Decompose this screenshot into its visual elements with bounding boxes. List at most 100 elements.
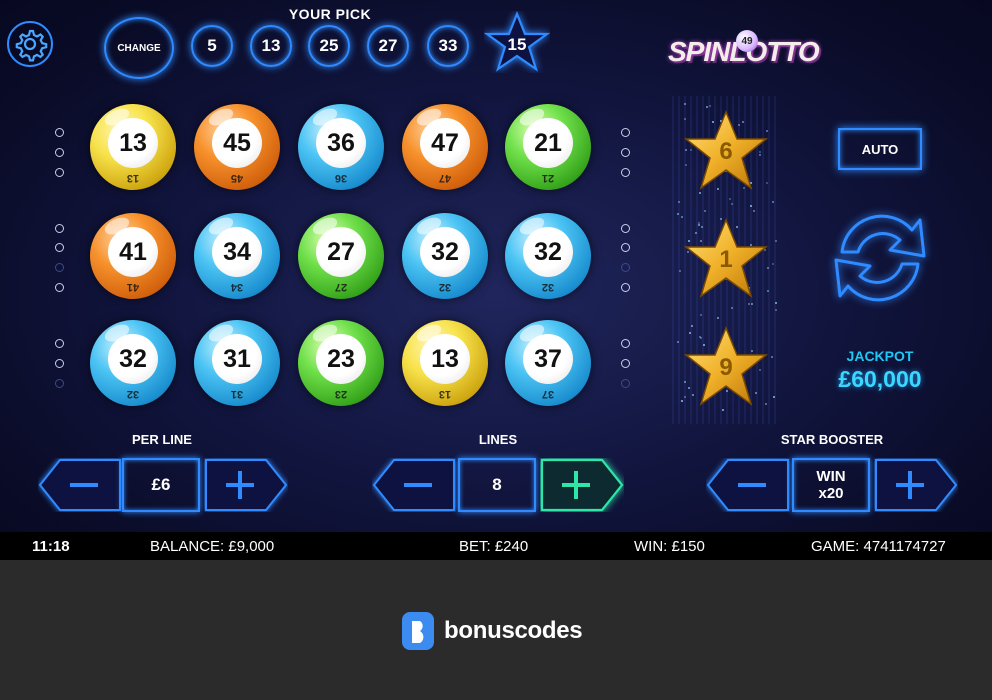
ball-number: 47: [420, 118, 470, 168]
ball-number-mirrored: 47: [438, 172, 452, 184]
lines-value: 8: [458, 458, 536, 512]
ball-number: 32: [523, 227, 573, 277]
sparkle: [772, 396, 775, 399]
line-indicator-dot: [621, 224, 630, 233]
star-booster-value-line2: x20: [818, 485, 844, 502]
reel-star: 9: [680, 324, 772, 410]
sparkle: [771, 262, 774, 265]
lottery-ball: 47 47: [402, 104, 488, 190]
star-booster-value: WIN x20: [792, 458, 870, 512]
star-pick: 15: [483, 11, 551, 73]
watermark-text: bonuscodes: [444, 617, 583, 644]
ball-number-mirrored: 32: [126, 388, 140, 400]
ball-number: 27: [316, 227, 366, 277]
win: WIN: £150: [634, 538, 705, 555]
lottery-ball: 41 41: [90, 213, 176, 299]
pick-number: 25: [308, 25, 350, 67]
line-indicator-dot: [621, 168, 630, 177]
star-booster-plus-button[interactable]: [874, 458, 958, 512]
star-pick-number: 15: [507, 35, 527, 54]
line-indicator-dot: [621, 359, 630, 368]
ball-number: 34: [212, 227, 262, 277]
lines-plus-button[interactable]: [540, 458, 624, 512]
game-id: GAME: 4741174727: [811, 538, 946, 555]
sparkle: [753, 209, 756, 212]
logo-ball: 49: [736, 30, 758, 52]
ball-number-mirrored: 36: [334, 172, 348, 184]
your-pick-label: YOUR PICK: [288, 6, 372, 22]
line-indicator-dot: [55, 128, 64, 137]
ball-number: 41: [108, 227, 158, 277]
pick-number: 5: [191, 25, 233, 67]
sparkle: [684, 102, 687, 105]
reel-star-number: 1: [719, 246, 733, 273]
ball-number-mirrored: 32: [438, 281, 452, 293]
per-line-minus-button[interactable]: [38, 458, 122, 512]
sparkle: [749, 205, 752, 208]
ball-number-mirrored: 34: [230, 281, 244, 293]
sparkle: [775, 309, 778, 312]
ball-number-mirrored: 21: [541, 172, 555, 184]
line-indicator-dot: [621, 263, 630, 272]
balance: BALANCE: £9,000: [150, 538, 275, 555]
gear-icon[interactable]: [6, 20, 54, 68]
ball-number-mirrored: 45: [230, 172, 244, 184]
star-booster-minus-button[interactable]: [706, 458, 790, 512]
sparkle: [699, 313, 702, 316]
pick-number: 33: [427, 25, 469, 67]
spinlotto-logo: SPINLOTTO 49: [664, 30, 820, 78]
line-indicator-dot: [621, 128, 630, 137]
sparkle: [676, 341, 679, 344]
lottery-ball: 36 36: [298, 104, 384, 190]
game-area: CHANGE YOUR PICK 5 13 25 27 33 15 SPINLO…: [0, 0, 992, 532]
line-indicator-dot: [621, 339, 630, 348]
ball-number: 32: [108, 334, 158, 384]
ball-number: 13: [108, 118, 158, 168]
sparkle: [678, 200, 681, 203]
sparkle: [771, 201, 774, 204]
lottery-ball: 21 21: [505, 104, 591, 190]
bet: BET: £240: [459, 538, 529, 555]
sparkle: [774, 301, 777, 304]
lottery-ball: 27 27: [298, 213, 384, 299]
ball-number-mirrored: 41: [126, 281, 140, 293]
lottery-ball: 32 32: [90, 320, 176, 406]
sparkle: [703, 210, 706, 213]
line-indicator-dot: [621, 283, 630, 292]
per-line-plus-button[interactable]: [204, 458, 288, 512]
refresh-icon[interactable]: [812, 200, 948, 316]
sparkle: [774, 240, 777, 243]
line-indicator-dot: [55, 263, 64, 272]
auto-button[interactable]: AUTO: [838, 128, 922, 170]
lottery-ball: 31 31: [194, 320, 280, 406]
ball-number: 32: [420, 227, 470, 277]
line-indicator-dot: [621, 379, 630, 388]
lottery-ball: 23 23: [298, 320, 384, 406]
pick-number: 13: [250, 25, 292, 67]
ball-number: 13: [420, 334, 470, 384]
line-indicator-dot: [55, 359, 64, 368]
ball-number-mirrored: 31: [230, 388, 244, 400]
pick-number: 27: [367, 25, 409, 67]
sparkle: [709, 104, 712, 107]
sparkle: [750, 303, 753, 306]
ball-number-mirrored: 37: [541, 388, 555, 400]
lottery-ball: 32 32: [402, 213, 488, 299]
line-indicator-dot: [55, 379, 64, 388]
line-indicator-dot: [55, 148, 64, 157]
lottery-ball: 32 32: [505, 213, 591, 299]
ball-number-mirrored: 23: [334, 388, 348, 400]
line-indicator-dot: [55, 339, 64, 348]
star-reel: 6 1 9: [672, 96, 780, 424]
ball-number-mirrored: 27: [334, 281, 348, 293]
sparkle: [728, 198, 731, 201]
change-button[interactable]: CHANGE: [104, 17, 174, 79]
lottery-ball: 13 13: [90, 104, 176, 190]
line-indicator-dot: [55, 243, 64, 252]
lottery-ball: 13 13: [402, 320, 488, 406]
ball-number: 31: [212, 334, 262, 384]
line-indicator-dot: [621, 148, 630, 157]
ball-number: 36: [316, 118, 366, 168]
lines-minus-button[interactable]: [372, 458, 456, 512]
lottery-ball: 34 34: [194, 213, 280, 299]
